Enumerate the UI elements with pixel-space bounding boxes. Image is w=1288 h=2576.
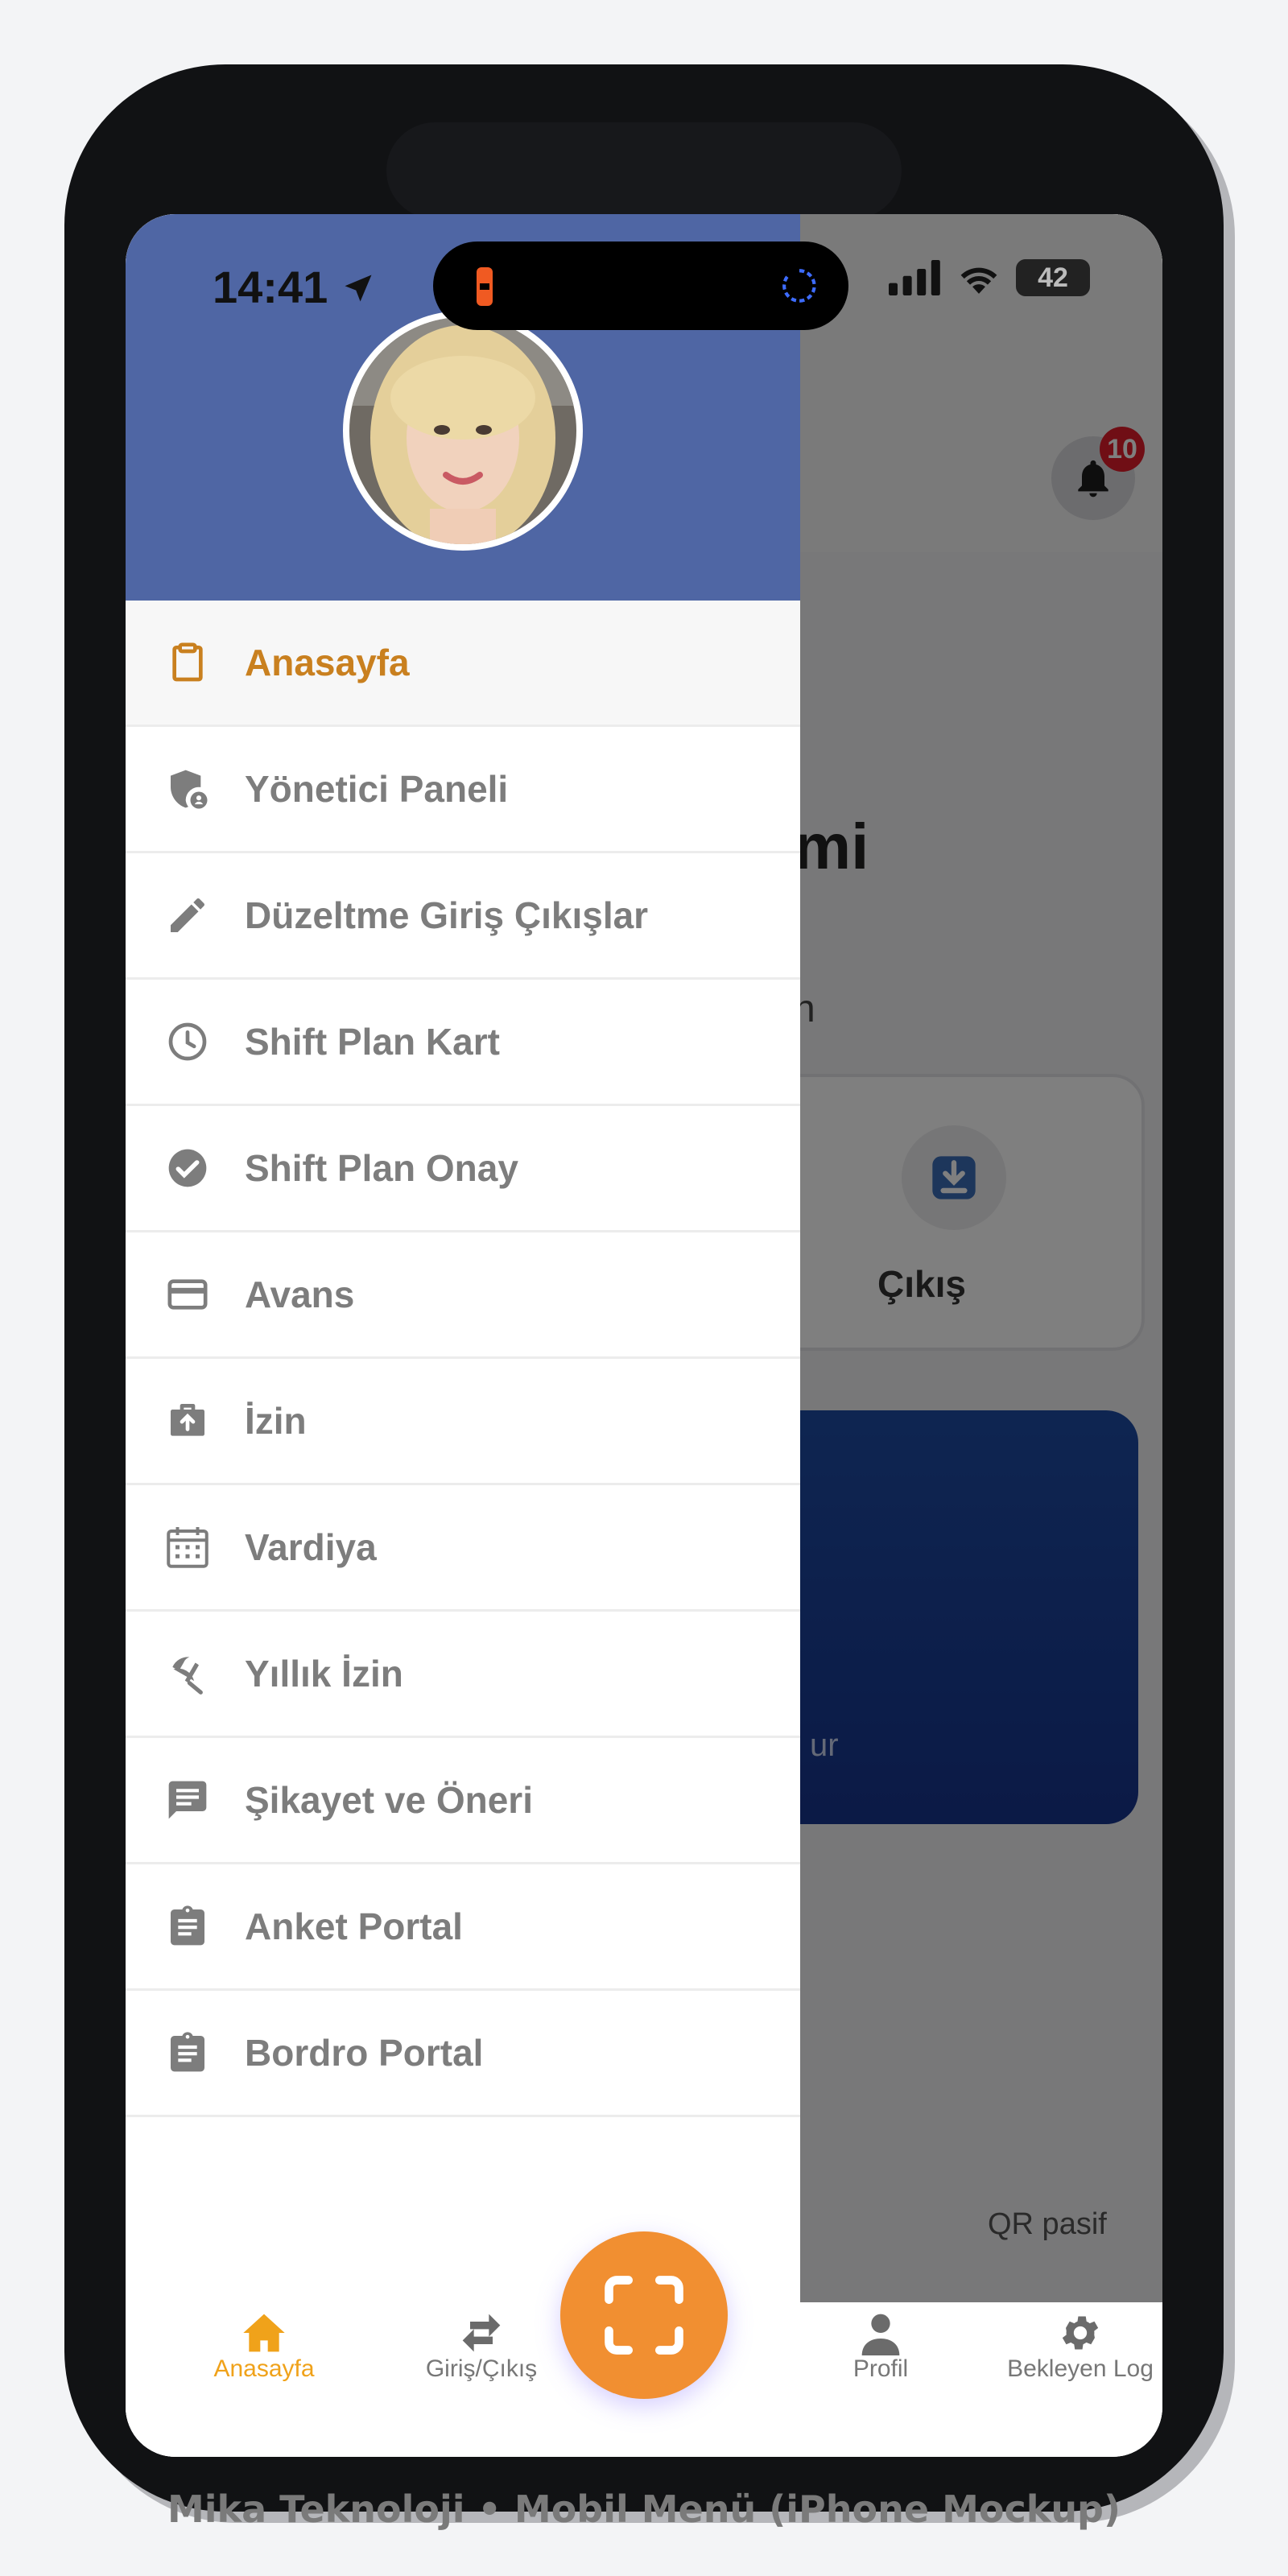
menu-item-label: Yıllık İzin — [245, 1653, 403, 1695]
mockup-caption: Mika Teknoloji • Mobil Menü (iPhone Mock… — [167, 2487, 1121, 2531]
beach-umbrella-icon — [163, 1649, 213, 1699]
menu-item-label: İzin — [245, 1400, 307, 1442]
drawer-menu: Anasayfa Yönetici Paneli Düzeltme Giriş … — [126, 601, 800, 2117]
menu-item-izin[interactable]: İzin — [126, 1359, 800, 1485]
check-circle-icon — [163, 1143, 213, 1193]
briefcase-icon — [163, 1396, 213, 1446]
status-time: 14:41 — [213, 261, 376, 313]
battery-indicator: 42 — [1016, 259, 1090, 296]
recording-indicator-icon — [477, 267, 493, 306]
admin-shield-icon — [163, 764, 213, 814]
avatar[interactable] — [343, 311, 583, 551]
menu-item-label: Yönetici Paneli — [245, 768, 509, 810]
tab-label: Profil — [852, 2355, 909, 2382]
tab-label: Anasayfa — [213, 2355, 315, 2382]
swap-arrows-icon — [459, 2310, 504, 2355]
menu-item-label: Shift Plan Onay — [245, 1147, 518, 1189]
activity-ring-icon — [782, 269, 816, 303]
phone-top-bezel — [386, 122, 902, 219]
menu-item-yillik-izin[interactable]: Yıllık İzin — [126, 1612, 800, 1738]
phone-screen: 10 mi n Çıkış ur QR pasif — [126, 214, 1162, 2457]
tab-profil[interactable]: Profil — [784, 2302, 977, 2391]
qr-scan-button[interactable] — [560, 2231, 728, 2399]
qr-scan-icon — [605, 2276, 683, 2355]
location-arrow-icon — [345, 275, 372, 302]
menu-item-avans[interactable]: Avans — [126, 1232, 800, 1359]
person-icon — [858, 2310, 903, 2355]
menu-item-label: Avans — [245, 1274, 355, 1315]
tab-anasayfa[interactable]: Anasayfa — [167, 2302, 361, 2391]
menu-item-shift-plan-kart[interactable]: Shift Plan Kart — [126, 980, 800, 1106]
assignment-icon — [163, 2028, 213, 2078]
menu-item-label: Düzeltme Giriş Çıkışlar — [245, 894, 649, 936]
status-time-text: 14:41 — [213, 262, 328, 312]
tab-label: Giriş/Çıkış — [425, 2355, 538, 2382]
gear-icon — [1058, 2310, 1103, 2355]
avatar-image — [349, 317, 576, 544]
assignment-icon — [163, 1901, 213, 1951]
signal-icon — [889, 260, 940, 295]
tab-bekleyen-log[interactable]: Bekleyen Log — [984, 2302, 1162, 2391]
menu-item-anasayfa[interactable]: Anasayfa — [126, 601, 800, 727]
menu-item-vardiya[interactable]: Vardiya — [126, 1485, 800, 1612]
wifi-icon — [960, 267, 997, 294]
tab-label: Bekleyen Log — [1007, 2355, 1154, 2382]
menu-item-bordro-portal[interactable]: Bordro Portal — [126, 1991, 800, 2117]
menu-item-label: Shift Plan Kart — [245, 1021, 500, 1063]
pencil-icon — [163, 890, 213, 940]
clock-icon — [163, 1017, 213, 1067]
credit-card-icon — [163, 1269, 213, 1319]
menu-item-label: Anket Portal — [245, 1905, 463, 1947]
status-indicators: 42 — [889, 259, 1090, 296]
menu-item-label: Vardiya — [245, 1526, 377, 1568]
phone-frame: 10 mi n Çıkış ur QR pasif — [64, 64, 1224, 2512]
clipboard-icon — [163, 638, 213, 687]
dynamic-island — [433, 242, 848, 330]
menu-item-yonetici-paneli[interactable]: Yönetici Paneli — [126, 727, 800, 853]
feedback-icon — [163, 1775, 213, 1825]
calendar-icon — [163, 1522, 213, 1572]
menu-item-label: Bordro Portal — [245, 2032, 484, 2074]
menu-item-shift-plan-onay[interactable]: Shift Plan Onay — [126, 1106, 800, 1232]
tab-giris-cikis[interactable]: Giriş/Çıkış — [385, 2302, 578, 2391]
menu-item-anket-portal[interactable]: Anket Portal — [126, 1864, 800, 1991]
menu-item-label: Şikayet ve Öneri — [245, 1779, 533, 1821]
menu-item-duzeltme[interactable]: Düzeltme Giriş Çıkışlar — [126, 853, 800, 980]
side-drawer: Anasayfa Yönetici Paneli Düzeltme Giriş … — [126, 214, 800, 2457]
menu-item-sikayet[interactable]: Şikayet ve Öneri — [126, 1738, 800, 1864]
home-icon — [242, 2310, 287, 2355]
menu-item-label: Anasayfa — [245, 642, 410, 683]
